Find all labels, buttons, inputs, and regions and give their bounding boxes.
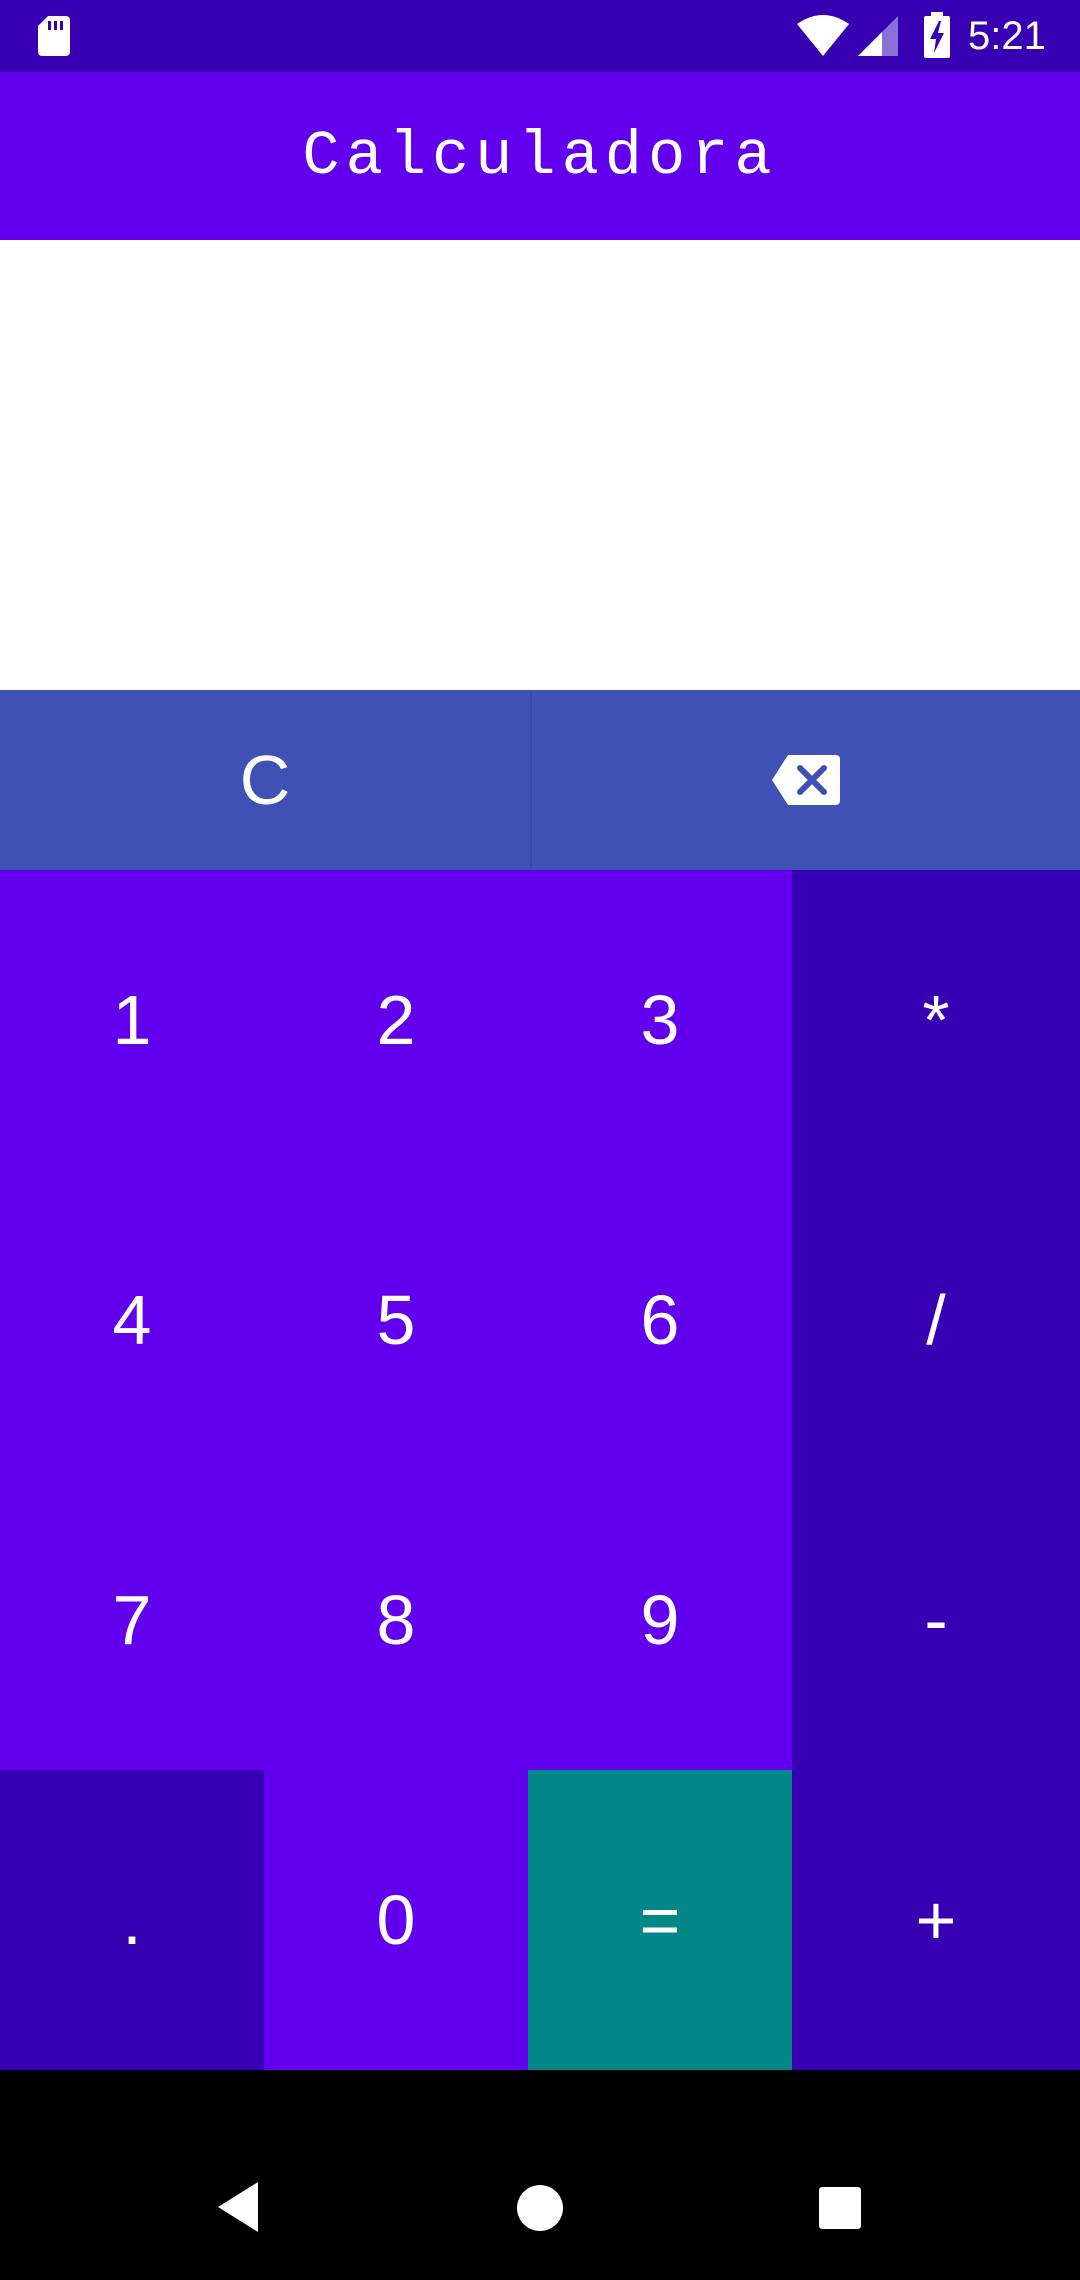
key-0-label: 0: [376, 1881, 416, 1959]
add-button[interactable]: +: [792, 1770, 1080, 2070]
navigation-bar: [0, 2070, 1080, 2280]
key-1-label: 1: [112, 981, 152, 1059]
recents-icon[interactable]: [818, 2186, 862, 2230]
key-4[interactable]: 4: [0, 1170, 264, 1470]
divide-label: /: [926, 1281, 946, 1359]
app-bar: Calculadora: [0, 72, 1080, 240]
status-bar: 5:21: [0, 0, 1080, 72]
key-8[interactable]: 8: [264, 1470, 528, 1770]
decimal-button[interactable]: .: [0, 1770, 264, 2070]
key-6[interactable]: 6: [528, 1170, 792, 1470]
multiply-button[interactable]: *: [792, 870, 1080, 1170]
key-2-label: 2: [376, 981, 416, 1059]
key-7[interactable]: 7: [0, 1470, 264, 1770]
key-6-label: 6: [640, 1281, 680, 1359]
key-3-label: 3: [640, 981, 680, 1059]
keypad: 1 2 3 * 4 5 6 / 7 8 9 - . 0 = +: [0, 870, 1080, 2070]
key-7-label: 7: [112, 1581, 152, 1659]
control-row: C: [0, 690, 1080, 870]
signal-icon: [858, 16, 898, 56]
subtract-label: -: [924, 1581, 948, 1659]
subtract-button[interactable]: -: [792, 1470, 1080, 1770]
equals-label: =: [639, 1881, 681, 1959]
backspace-button[interactable]: [532, 690, 1080, 870]
app-title: Calculadora: [302, 120, 778, 192]
equals-button[interactable]: =: [528, 1770, 792, 2070]
key-9[interactable]: 9: [528, 1470, 792, 1770]
clear-button-label: C: [239, 741, 291, 819]
battery-charging-icon: [924, 12, 950, 58]
key-2[interactable]: 2: [264, 870, 528, 1170]
multiply-label: *: [922, 981, 950, 1059]
status-time: 5:21: [968, 14, 1046, 58]
key-1[interactable]: 1: [0, 870, 264, 1170]
wifi-icon: [797, 15, 849, 56]
add-label: +: [915, 1881, 957, 1959]
clear-button[interactable]: C: [0, 690, 532, 870]
decimal-label: .: [122, 1881, 142, 1959]
sd-card-icon: [38, 16, 70, 56]
backspace-icon: [772, 755, 840, 805]
divide-button[interactable]: /: [792, 1170, 1080, 1470]
calculator-display: [0, 240, 1080, 690]
key-0[interactable]: 0: [264, 1770, 528, 2070]
key-8-label: 8: [376, 1581, 416, 1659]
home-icon[interactable]: [516, 2184, 564, 2232]
key-5[interactable]: 5: [264, 1170, 528, 1470]
key-5-label: 5: [376, 1281, 416, 1359]
key-9-label: 9: [640, 1581, 680, 1659]
key-3[interactable]: 3: [528, 870, 792, 1170]
key-4-label: 4: [112, 1281, 152, 1359]
back-icon[interactable]: [214, 2180, 262, 2234]
